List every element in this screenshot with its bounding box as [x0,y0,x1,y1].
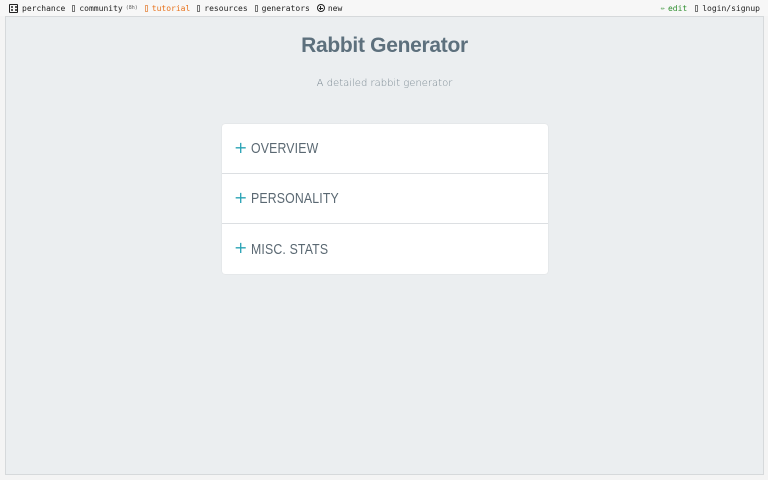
nav-new-label: new [327,3,343,13]
resources-icon [197,4,201,12]
page-title: Rabbit Generator [301,34,468,57]
nav-perchance-link[interactable]: perchance [9,3,66,13]
plus-icon: + [234,187,248,207]
nav-right: ✏ edit login/signup [653,0,760,16]
nav-resources-label: resources [204,3,248,13]
nav-community-count: (8h) [125,5,138,11]
accordion-label-personality: PERSONALITY [251,190,339,207]
community-icon [72,4,76,12]
accordion: + OVERVIEW + PERSONALITY + MISC. STATS [222,124,548,274]
nav-perchance-label: perchance [22,3,66,13]
nav-resources-link[interactable]: resources [197,3,248,13]
generators-icon [254,4,258,12]
nav-community-label: community [79,3,123,13]
nav-login-link[interactable]: login/signup [695,4,760,13]
accordion-label-overview: OVERVIEW [251,140,319,157]
nav-edit-link[interactable]: ✏ edit [661,4,687,13]
nav-edit-label: edit [667,3,688,13]
accordion-item-personality[interactable]: + PERSONALITY [222,174,548,224]
nav-new-link[interactable]: new [316,3,343,13]
nav-generators-label: generators [261,3,310,13]
nav-community-link[interactable]: community (8h) [72,3,138,13]
plus-circle-icon [316,4,325,12]
nav-generators-link[interactable]: generators [254,3,310,13]
page-subtitle: A detailed rabbit generator [316,78,453,89]
accordion-item-misc-stats[interactable]: + MISC. STATS [222,224,548,274]
plus-icon: + [234,238,248,257]
tutorial-icon [144,4,148,12]
login-icon [695,4,699,12]
accordion-label-misc-stats: MISC. STATS [251,240,329,258]
plus-icon: + [234,137,248,157]
dice-icon [9,3,18,13]
generator-panel: Rabbit Generator A detailed rabbit gener… [5,16,764,475]
nav-tutorial-label: tutorial [151,3,191,13]
accordion-item-overview[interactable]: + OVERVIEW [222,124,548,174]
pencil-icon: ✏ [660,4,665,12]
nav-login-label: login/signup [702,3,760,13]
nav-left: perchance community (8h) tutorial resour… [9,0,349,16]
nav-tutorial-link[interactable]: tutorial [144,3,191,13]
top-nav-bar: perchance community (8h) tutorial resour… [0,0,768,16]
